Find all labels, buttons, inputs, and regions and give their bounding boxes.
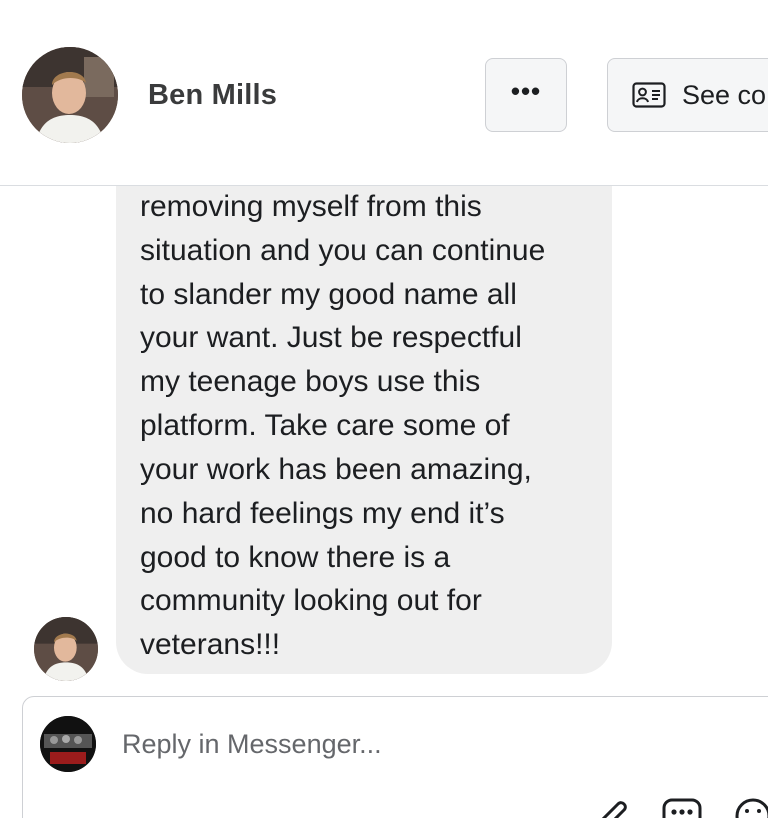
message-line: your want. Just be respectful	[140, 321, 522, 354]
message-line: no hard feelings my end it’s	[140, 497, 505, 530]
ellipsis-icon: •••	[510, 76, 542, 106]
contact-card-icon	[632, 82, 666, 108]
see-contact-button[interactable]: See co	[607, 58, 768, 132]
message-line: community looking out for	[140, 584, 482, 617]
message-line: to slander my good name all	[140, 278, 517, 311]
message-line: platform. Take care some of	[140, 409, 510, 442]
conversation-header: Ben Mills ••• See co	[0, 6, 768, 186]
see-contact-label: See co	[682, 79, 767, 110]
reply-input[interactable]: Reply in Messenger...	[122, 729, 382, 760]
profile-avatar[interactable]	[22, 47, 118, 143]
message-line: removing myself from this	[140, 190, 482, 223]
paperclip-icon[interactable]	[594, 796, 630, 818]
message-line: your work has been amazing,	[140, 453, 532, 486]
more-options-button[interactable]: •••	[485, 58, 567, 132]
contact-name[interactable]: Ben Mills	[148, 79, 277, 112]
my-avatar	[40, 716, 96, 772]
chat-bubble-icon[interactable]	[662, 798, 702, 818]
emoji-icon[interactable]	[734, 797, 768, 818]
message-line: veterans!!!	[140, 628, 281, 661]
message-line: my teenage boys use this	[140, 365, 481, 398]
message-line: situation and you can continue	[140, 234, 546, 267]
message-line: good to know there is a	[140, 541, 451, 574]
messenger-view: Ben Mills ••• See co removing myself fro…	[0, 0, 768, 818]
sender-avatar[interactable]	[34, 617, 98, 681]
